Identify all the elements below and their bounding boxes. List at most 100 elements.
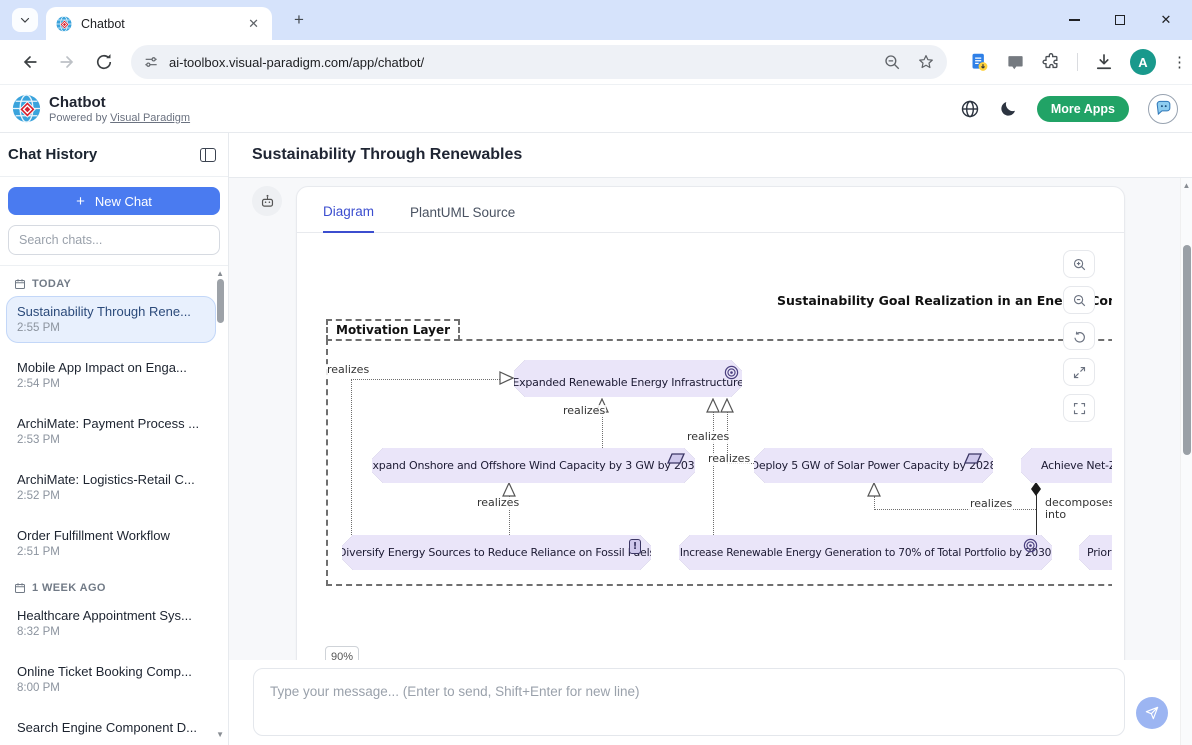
browser-tab[interactable]: Chatbot ✕ bbox=[46, 7, 272, 40]
profile-avatar[interactable]: A bbox=[1130, 49, 1156, 75]
tab-plantuml-source[interactable]: PlantUML Source bbox=[410, 205, 515, 232]
window-minimize-button[interactable] bbox=[1066, 12, 1082, 28]
realization-arrowhead bbox=[706, 398, 720, 413]
outcome-icon bbox=[964, 453, 982, 464]
browser-toolbar: ai-toolbox.visual-paradigm.com/app/chatb… bbox=[0, 40, 1192, 85]
reload-button[interactable] bbox=[94, 52, 114, 72]
new-chat-button[interactable]: + New Chat bbox=[8, 187, 220, 215]
page-scrollbar-thumb[interactable] bbox=[1183, 245, 1191, 455]
composer-bar bbox=[229, 660, 1192, 745]
window-close-button[interactable]: ✕ bbox=[1158, 12, 1174, 28]
tab-close-icon[interactable]: ✕ bbox=[245, 16, 262, 32]
back-button[interactable] bbox=[20, 52, 40, 72]
chat-item-title: Mobile App Impact on Enga... bbox=[17, 360, 205, 375]
sidebar-title: Chat History bbox=[8, 146, 97, 163]
address-bar[interactable]: ai-toolbox.visual-paradigm.com/app/chatb… bbox=[131, 45, 947, 79]
diagram-viewport[interactable]: Sustainability Goal Realization in an En… bbox=[309, 234, 1112, 662]
app-header: Chatbot Powered by Visual Paradigm More … bbox=[0, 85, 1192, 133]
node-label: Diversify Energy Sources to Reduce Relia… bbox=[342, 535, 651, 570]
bot-avatar bbox=[252, 186, 282, 216]
chat-item-selected[interactable]: Sustainability Through Rene... 2:55 PM bbox=[6, 296, 216, 343]
visual-paradigm-link[interactable]: Visual Paradigm bbox=[110, 112, 190, 124]
extensions-puzzle-icon[interactable] bbox=[1041, 52, 1061, 72]
chatbot-logo-button[interactable] bbox=[1148, 94, 1178, 124]
edge-label: realizes bbox=[326, 364, 370, 376]
connector-line bbox=[602, 412, 603, 448]
chat-item[interactable]: ArchiMate: Logistics-Retail C... 2:52 PM bbox=[6, 464, 216, 511]
chat-item[interactable]: Order Fulfillment Workflow 2:51 PM bbox=[6, 520, 216, 567]
site-info-icon[interactable] bbox=[143, 54, 159, 70]
docs-extension-icon[interactable] bbox=[969, 52, 990, 73]
zoom-in-button[interactable] bbox=[1063, 250, 1095, 278]
chat-item-title: ArchiMate: Payment Process ... bbox=[17, 416, 205, 431]
diagram-title: Sustainability Goal Realization in an En… bbox=[777, 293, 1112, 308]
diagram-card: Diagram PlantUML Source Sustainability G… bbox=[296, 186, 1125, 706]
sidebar-scroll-up-icon[interactable]: ▲ bbox=[216, 269, 224, 278]
new-tab-button[interactable]: + bbox=[286, 10, 312, 30]
language-globe-button[interactable] bbox=[960, 99, 980, 119]
chat-item-time: 8:32 PM bbox=[17, 626, 205, 638]
diagram-node: Deploy 5 GW of Solar Power Capacity by 2… bbox=[754, 448, 993, 483]
realization-arrowhead bbox=[720, 398, 734, 413]
powered-by: Powered by Visual Paradigm bbox=[49, 112, 190, 124]
chat-item-title: ArchiMate: Logistics-Retail C... bbox=[17, 472, 205, 487]
chat-item[interactable]: Mobile App Impact on Enga... 2:54 PM bbox=[6, 352, 216, 399]
diagram-node: Diversify Energy Sources to Reduce Relia… bbox=[342, 535, 651, 570]
fullscreen-button[interactable] bbox=[1063, 394, 1095, 422]
downloads-button[interactable] bbox=[1094, 52, 1114, 72]
reset-view-button[interactable] bbox=[1063, 322, 1095, 350]
bookmark-star-icon[interactable] bbox=[917, 53, 935, 71]
scroll-up-icon[interactable]: ▲ bbox=[1181, 181, 1192, 190]
tab-search-button[interactable] bbox=[12, 8, 38, 32]
chat-item[interactable]: Search Engine Component D... bbox=[6, 712, 216, 745]
chevron-down-icon bbox=[19, 14, 31, 26]
edge-label: realizes bbox=[476, 497, 520, 509]
realization-arrowhead bbox=[502, 482, 516, 497]
edge-label: realizes bbox=[562, 405, 606, 417]
diagram-node: Expanded Renewable Energy Infrastructure bbox=[514, 360, 742, 397]
robot-icon bbox=[259, 193, 276, 210]
chat-item-title: Search Engine Component D... bbox=[17, 720, 205, 735]
diagram-node: Achieve Net-Zer bbox=[1021, 448, 1112, 483]
reset-icon bbox=[1072, 329, 1087, 344]
chat-item[interactable]: Healthcare Appointment Sys... 8:32 PM bbox=[6, 600, 216, 647]
chat-item-title: Sustainability Through Rene... bbox=[17, 304, 205, 319]
page-title: Sustainability Through Renewables bbox=[252, 146, 522, 164]
main-panel: Sustainability Through Renewables Diagra… bbox=[229, 133, 1192, 745]
url-text[interactable]: ai-toolbox.visual-paradigm.com/app/chatb… bbox=[169, 55, 883, 70]
comment-extension-icon[interactable] bbox=[1006, 53, 1025, 72]
window-maximize-button[interactable] bbox=[1112, 12, 1128, 28]
edge-label: realizes bbox=[969, 498, 1013, 510]
browser-menu-button[interactable]: ⋮ bbox=[1172, 53, 1187, 71]
more-apps-button[interactable]: More Apps bbox=[1037, 96, 1129, 122]
edge-label: realizes bbox=[686, 431, 730, 443]
expand-button[interactable] bbox=[1063, 358, 1095, 386]
sidebar-scrollbar-thumb[interactable] bbox=[217, 279, 224, 323]
chat-item[interactable]: Online Ticket Booking Comp... 8:00 PM bbox=[6, 656, 216, 703]
plus-icon: + bbox=[76, 193, 85, 210]
diagram-node: Expand Onshore and Offshore Wind Capacit… bbox=[372, 448, 695, 483]
search-chats-input[interactable] bbox=[8, 225, 220, 255]
dark-mode-moon-button[interactable] bbox=[999, 99, 1018, 118]
message-input[interactable] bbox=[253, 668, 1125, 736]
section-label: 1 WEEK AGO bbox=[32, 582, 106, 594]
tab-diagram[interactable]: Diagram bbox=[323, 204, 374, 233]
calendar-icon bbox=[14, 582, 26, 594]
node-label: Deploy 5 GW of Solar Power Capacity by 2… bbox=[754, 448, 993, 483]
sidebar-scroll-down-icon[interactable]: ▼ bbox=[216, 730, 224, 739]
connector-line bbox=[351, 379, 352, 535]
chat-item[interactable]: ArchiMate: Payment Process ... 2:53 PM bbox=[6, 408, 216, 455]
node-label: Achieve Net-Zer bbox=[1021, 448, 1112, 483]
page-scrollbar[interactable]: ▲ bbox=[1180, 178, 1192, 745]
zoom-out-button[interactable] bbox=[1063, 286, 1095, 314]
chat-item-title: Order Fulfillment Workflow bbox=[17, 528, 205, 543]
zoom-indicator-icon[interactable] bbox=[883, 53, 901, 71]
send-button[interactable] bbox=[1136, 697, 1168, 729]
section-header-today: TODAY bbox=[14, 278, 216, 290]
zoom-out-icon bbox=[1072, 293, 1087, 308]
node-label: Increase Renewable Energy Generation to … bbox=[679, 535, 1052, 570]
chat-item-time: 2:52 PM bbox=[17, 490, 205, 502]
collapse-sidebar-icon[interactable] bbox=[200, 148, 216, 162]
chat-item-title: Online Ticket Booking Comp... bbox=[17, 664, 205, 679]
forward-button[interactable] bbox=[57, 52, 77, 72]
